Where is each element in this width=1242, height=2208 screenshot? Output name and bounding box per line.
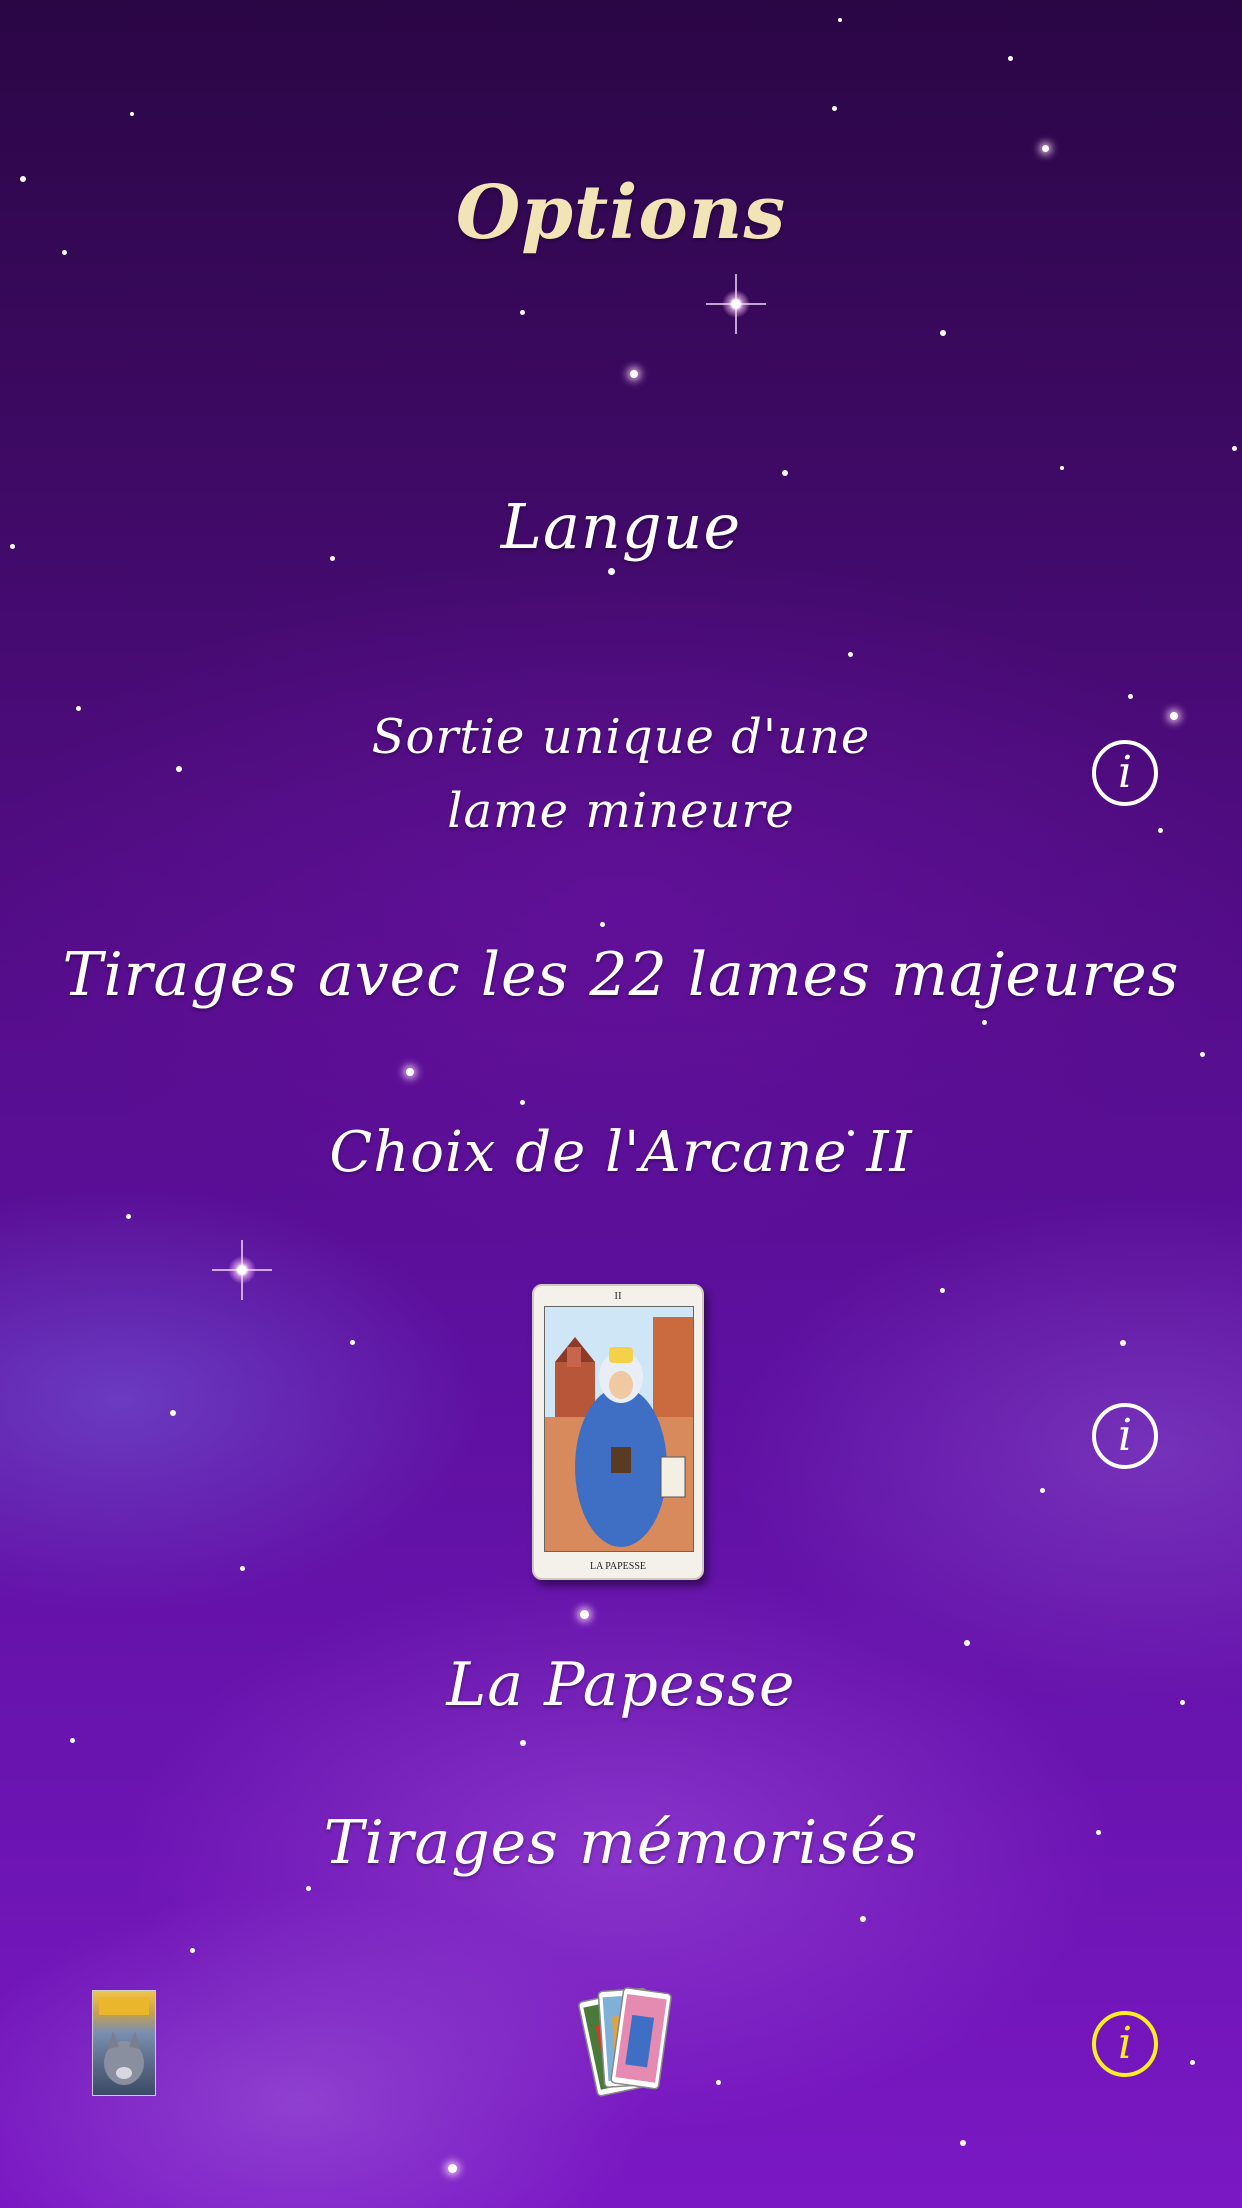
info-icon-yellow[interactable]: i [1092, 2011, 1158, 2077]
wolf-card-thumbnail[interactable] [92, 1990, 156, 2096]
papesse-card-illustration [544, 1306, 694, 1552]
single-minor-card-option[interactable]: Sortie unique d'une lame mineure [0, 700, 1242, 848]
info-icon[interactable]: i [1092, 1403, 1158, 1469]
major-arcana-draws-option[interactable]: Tirages avec les 22 lames majeures [0, 940, 1242, 1010]
info-icon[interactable]: i [1092, 740, 1158, 806]
single-minor-card-label-line1: Sortie unique d'une [371, 709, 871, 765]
selected-arcana-card[interactable]: II LA PAPESSE [532, 1284, 704, 1580]
arcana-choice-title: Choix de l'Arcane II [329, 1120, 913, 1185]
saved-draws-option[interactable]: Tirages mémorisés [0, 1808, 1242, 1878]
single-minor-card-label-line2: lame mineure [447, 783, 795, 839]
card-numeral: II [614, 1290, 622, 1302]
page-title: Options [455, 170, 787, 256]
language-option[interactable]: Langue [0, 490, 1242, 563]
tarot-deck-icon[interactable] [574, 1980, 674, 2110]
card-caption: LA PAPESSE [589, 1561, 647, 1572]
selected-card-name: La Papesse [446, 1650, 796, 1720]
